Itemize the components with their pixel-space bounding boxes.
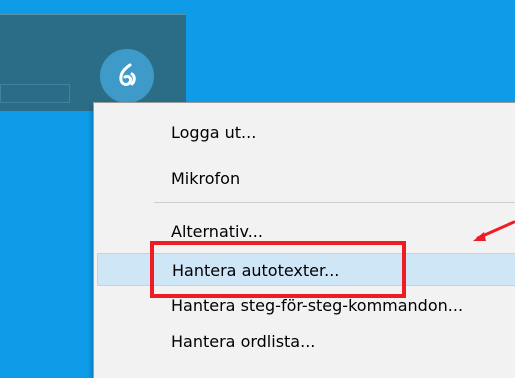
menu-item-label: Mikrofon — [171, 169, 241, 188]
menu-item-label: Hantera steg-för-steg-kommandon... — [171, 296, 464, 315]
menu-item-mikrofon[interactable]: Mikrofon — [97, 162, 515, 195]
menu-separator — [154, 202, 515, 203]
menu-item-hantera-ordlista[interactable]: Hantera ordlista... — [97, 325, 515, 358]
red-arrow-icon — [473, 220, 515, 241]
menu-item-label: Logga ut... — [171, 123, 257, 142]
context-menu: Logga ut... Mikrofon Alternativ... Hante… — [93, 102, 515, 378]
menu-item-logga-ut[interactable]: Logga ut... — [97, 116, 515, 149]
dragon-logo-icon[interactable] — [100, 49, 154, 103]
menu-item-label: Hantera ordlista... — [171, 332, 316, 351]
menu-item-label: Alternativ... — [171, 222, 263, 241]
toolbar-field — [0, 84, 70, 103]
annotation-highlight-box — [150, 241, 406, 298]
app-toolbar — [0, 14, 186, 111]
